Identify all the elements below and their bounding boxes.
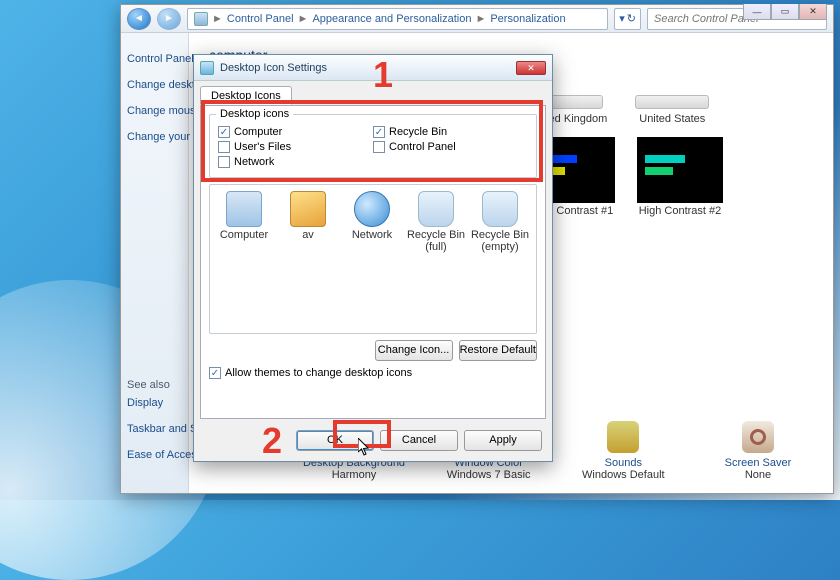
sounds-icon (607, 421, 639, 453)
ok-button[interactable]: OK (296, 430, 374, 451)
breadcrumb-dropdown[interactable]: ▾ ↻ (614, 8, 641, 30)
breadcrumb-item[interactable]: Personalization (490, 13, 565, 25)
sidebar-link[interactable]: Change mouse (127, 105, 182, 117)
sidebar: Control Panel Change desktop Change mous… (121, 33, 189, 493)
preview-icon-network[interactable]: Network (342, 191, 402, 253)
minimize-button[interactable]: — (743, 4, 771, 20)
annotation-number-1: 1 (373, 54, 393, 96)
sounds-link[interactable]: SoundsWindows Default (568, 421, 678, 481)
theme-item-high-contrast[interactable]: High Contrast #2 (637, 137, 723, 217)
breadcrumb[interactable]: ► Control Panel ► Appearance and Persona… (187, 8, 608, 30)
dialog-title: Desktop Icon Settings (220, 62, 327, 74)
maximize-button[interactable]: ▭ (771, 4, 799, 20)
preview-icon-recycle-bin-empty[interactable]: Recycle Bin (empty) (470, 191, 530, 253)
annotation-number-2: 2 (262, 420, 282, 462)
refresh-icon[interactable]: ↻ (627, 12, 636, 25)
checkbox-computer[interactable]: ✓Computer (218, 126, 373, 138)
checkbox-recycle-bin[interactable]: ✓Recycle Bin (373, 126, 528, 138)
preview-icon-recycle-bin-full[interactable]: Recycle Bin (full) (406, 191, 466, 253)
sidebar-home-link[interactable]: Control Panel (127, 53, 182, 65)
apply-button[interactable]: Apply (464, 430, 542, 451)
theme-item[interactable]: United States (635, 95, 709, 125)
tab-desktop-icons[interactable]: Desktop Icons (200, 86, 292, 105)
desktop-icons-group-label: Desktop icons (216, 108, 293, 120)
dialog-close-button[interactable]: ✕ (516, 61, 546, 75)
screen-saver-link[interactable]: Screen SaverNone (703, 421, 813, 481)
nav-back-button[interactable]: ◄ (127, 8, 151, 30)
desktop-icon-settings-dialog: Desktop Icon Settings ✕ Desktop Icons De… (193, 54, 553, 462)
icon-preview-pane[interactable]: Computer av Network Recycle Bin (full) R… (209, 184, 537, 334)
restore-default-button[interactable]: Restore Default (459, 340, 537, 361)
breadcrumb-item[interactable]: Control Panel (227, 13, 294, 25)
sidebar-link[interactable]: Change your (127, 131, 182, 143)
checkbox-allow-themes[interactable]: ✓Allow themes to change desktop icons (209, 367, 537, 379)
computer-icon (194, 12, 208, 26)
screen-saver-icon (742, 421, 774, 453)
checkbox-users-files[interactable]: User's Files (218, 141, 373, 153)
sidebar-link[interactable]: Change desktop (127, 79, 182, 91)
dialog-icon (200, 61, 214, 75)
preview-icon-user[interactable]: av (278, 191, 338, 253)
breadcrumb-item[interactable]: Appearance and Personalization (312, 13, 471, 25)
close-button[interactable]: ✕ (799, 4, 827, 20)
checkbox-network[interactable]: Network (218, 156, 373, 168)
checkbox-control-panel[interactable]: Control Panel (373, 141, 528, 153)
cancel-button[interactable]: Cancel (380, 430, 458, 451)
change-icon-button[interactable]: Change Icon... (375, 340, 453, 361)
preview-icon-computer[interactable]: Computer (214, 191, 274, 253)
nav-forward-button[interactable]: ► (157, 8, 181, 30)
